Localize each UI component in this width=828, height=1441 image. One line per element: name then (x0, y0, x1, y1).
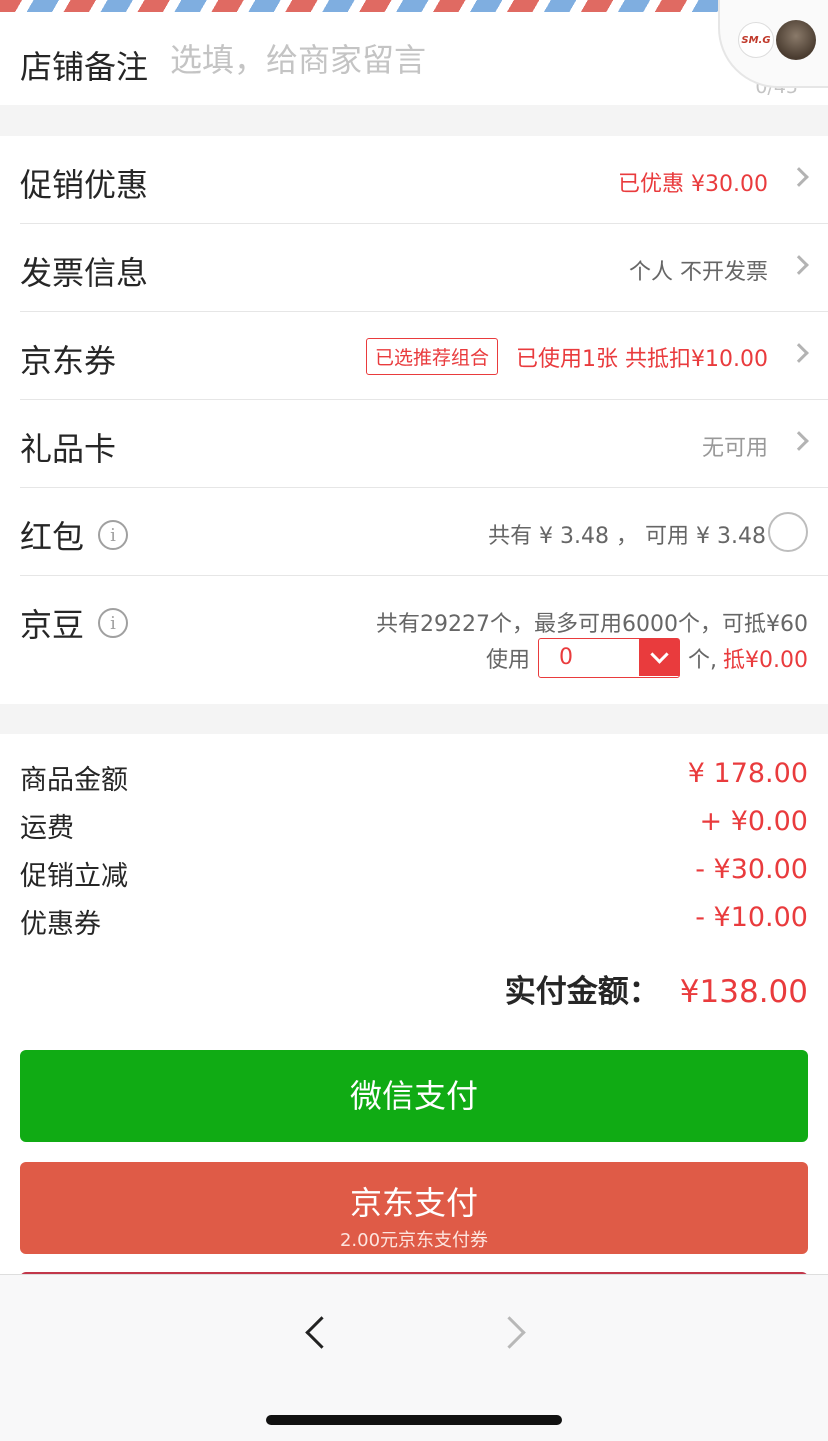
chevron-right-icon (789, 255, 809, 275)
home-indicator[interactable] (266, 1415, 562, 1425)
summary-label: 促销立减 (20, 861, 128, 892)
red-packet-radio[interactable] (768, 512, 808, 552)
chevron-right-icon (789, 431, 809, 451)
total-payable: 实付金额： ¥138.00 (505, 966, 808, 1011)
envelope-stripe-border (0, 0, 828, 12)
store-note-input[interactable] (170, 40, 690, 80)
jd-beans-summary: 共有29227个，最多可用6000个，可抵¥60 (376, 612, 808, 637)
gift-card-value: 无可用 (701, 436, 768, 461)
store-note-section: 店铺备注 0/45 SM.G (0, 0, 828, 105)
gift-card-row[interactable]: 礼品卡 无可用 (20, 400, 828, 488)
promotion-row[interactable]: 促销优惠 已优惠 ¥30.00 (20, 136, 828, 224)
red-packet-label-wrap: 红包 i (20, 512, 129, 558)
forward-arrow-icon[interactable] (498, 1311, 528, 1355)
invoice-value: 个人 不开发票 (629, 260, 768, 285)
summary-label: 优惠券 (20, 909, 101, 940)
promotion-value: 已优惠 ¥30.00 (618, 172, 768, 197)
jd-coupon-row[interactable]: 京东券 已选推荐组合 已使用1张 共抵扣¥10.00 (20, 312, 828, 400)
summary-label: 运费 (20, 813, 74, 844)
jd-coupon-label: 京东券 (20, 342, 117, 380)
back-arrow-icon[interactable] (300, 1311, 330, 1355)
jd-beans-unit: 个, (688, 648, 718, 673)
total-label: 实付金额： (504, 974, 660, 1010)
jd-beans-select[interactable]: 0 (538, 638, 681, 678)
jd-beans-label: 京豆 (20, 606, 85, 644)
jd-beans-deduct: 抵¥0.00 (723, 648, 808, 673)
order-summary-section: 商品金额 ¥ 178.00 运费 + ¥0.00 促销立减 - ¥30.00 优… (0, 734, 828, 1278)
invoice-row[interactable]: 发票信息 个人 不开发票 (20, 224, 828, 312)
summary-label: 商品金额 (20, 765, 128, 796)
jd-pay-sublabel: 2.00元京东支付券 (339, 1230, 489, 1251)
summary-row-shipping: 运费 + ¥0.00 (20, 806, 808, 854)
floating-shop-widget[interactable]: SM.G (718, 0, 828, 88)
jd-pay-label: 京东支付 (349, 1184, 478, 1222)
summary-value: + ¥0.00 (699, 806, 808, 837)
info-icon[interactable]: i (98, 608, 129, 638)
jd-beans-label-wrap: 京豆 i (20, 600, 129, 646)
jd-beans-row: 京豆 i 共有29227个，最多可用6000个，可抵¥60 使用 0 个, 抵¥… (20, 576, 828, 704)
summary-row-goods-amount: 商品金额 ¥ 178.00 (20, 758, 808, 806)
avatar (776, 20, 816, 60)
red-packet-row: 红包 i 共有 ¥ 3.48 ， 可用 ¥ 3.48 (20, 488, 828, 576)
red-packet-label: 红包 (20, 518, 85, 556)
jd-beans-select-value: 0 (559, 645, 574, 670)
total-value: ¥138.00 (679, 974, 808, 1010)
wechat-pay-label: 微信支付 (349, 1077, 478, 1115)
jd-coupon-info: 已选推荐组合 已使用1张 共抵扣¥10.00 (366, 338, 768, 375)
info-icon[interactable]: i (98, 520, 129, 550)
wechat-pay-button[interactable]: 微信支付 (20, 1050, 808, 1142)
summary-value: - ¥10.00 (695, 902, 808, 933)
jd-pay-button[interactable]: 京东支付 2.00元京东支付券 (20, 1162, 808, 1254)
red-packet-value: 共有 ¥ 3.48 ， 可用 ¥ 3.48 (488, 524, 766, 549)
gift-card-label: 礼品卡 (20, 430, 117, 468)
summary-value: - ¥30.00 (695, 854, 808, 885)
jd-coupon-value: 已使用1张 共抵扣¥10.00 (516, 346, 768, 372)
recommended-combo-badge: 已选推荐组合 (366, 338, 499, 375)
store-note-label: 店铺备注 (20, 48, 149, 86)
promotion-label: 促销优惠 (20, 166, 149, 204)
jd-beans-use-line: 使用 0 个, 抵¥0.00 (486, 638, 808, 678)
chevron-down-icon[interactable] (639, 639, 680, 676)
summary-row-promotion: 促销立减 - ¥30.00 (20, 854, 808, 902)
browser-toolbar (0, 1274, 828, 1441)
invoice-label: 发票信息 (20, 254, 149, 292)
jd-beans-use-label: 使用 (486, 648, 531, 673)
order-options-section: 促销优惠 已优惠 ¥30.00 发票信息 个人 不开发票 京东券 已选推荐组合 … (0, 136, 828, 704)
summary-value: ¥ 178.00 (687, 758, 808, 789)
chevron-right-icon (789, 343, 809, 363)
shop-logo-icon: SM.G (738, 22, 774, 58)
summary-row-coupon: 优惠券 - ¥10.00 (20, 902, 808, 950)
chevron-right-icon (789, 167, 809, 187)
